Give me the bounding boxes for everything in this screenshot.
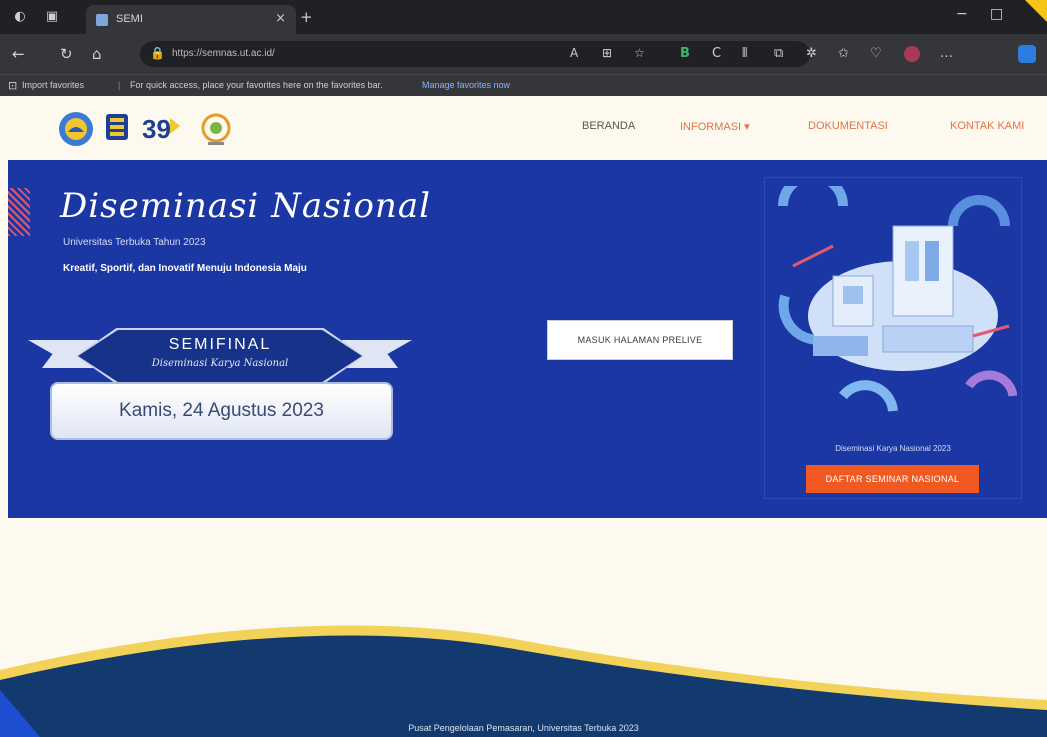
app-available-icon[interactable]: ⊞ xyxy=(602,46,612,60)
browser-tab[interactable]: SEMI × xyxy=(86,5,296,34)
stripe-decoration xyxy=(8,188,30,236)
home-icon[interactable]: ⌂ xyxy=(92,45,102,63)
tab-favicon-icon xyxy=(96,14,108,26)
copilot-icon[interactable] xyxy=(1018,45,1036,63)
manage-favorites-link[interactable]: Manage favorites now xyxy=(422,80,510,90)
event-date-box: Kamis, 24 Agustus 2023 xyxy=(50,382,393,440)
semifinal-ribbon: SEMIFINAL Diseminasi Karya Nasional xyxy=(28,328,412,388)
site-header: 39 BERANDA INFORMASI ▾ DOKUMENTASI KONTA… xyxy=(0,96,1047,160)
favorites-icon[interactable]: ✩ xyxy=(838,46,849,61)
url-text[interactable]: https://semnas.ut.ac.id/ xyxy=(172,48,275,59)
card-caption: Diseminasi Karya Nasional 2023 xyxy=(835,444,951,453)
register-button-label: DAFTAR SEMINAR NASIONAL xyxy=(825,474,960,484)
tab-title: SEMI xyxy=(116,13,143,25)
lab-illustration-icon xyxy=(773,186,1017,424)
nav-item-dokumentasi[interactable]: DOKUMENTASI xyxy=(808,120,888,132)
ut-logo-icon xyxy=(106,114,128,140)
register-button[interactable]: DAFTAR SEMINAR NASIONAL xyxy=(806,465,979,493)
tab-actions-icon[interactable]: ▣ xyxy=(44,9,60,25)
more-menu-icon[interactable]: … xyxy=(940,46,953,61)
split-screen-icon[interactable]: ⫴ xyxy=(742,46,747,61)
profile-icon[interactable]: ◐ xyxy=(12,9,28,25)
partner-logos[interactable]: 39 xyxy=(56,108,256,150)
anniversary-39-logo-icon: 39 xyxy=(142,114,180,144)
footer-wave xyxy=(0,625,1047,737)
collections-icon[interactable]: ✲ xyxy=(806,46,817,61)
prelive-button-label: MASUK HALAMAN PRELIVE xyxy=(577,335,703,345)
browser-titlebar: ◐ ▣ SEMI × + − □ xyxy=(0,0,1047,34)
ribbon-script: Diseminasi Karya Nasional xyxy=(151,358,289,369)
footer-copyright: Pusat Pengelolaan Pemasaran, Universitas… xyxy=(408,723,639,733)
hero-tagline: Kreatif, Sportif, dan Inovatif Menuju In… xyxy=(63,263,307,274)
favbar-hint: For quick access, place your favorites h… xyxy=(130,80,383,90)
favorites-bar: ⊡ Import favorites | For quick access, p… xyxy=(0,74,1047,96)
account-avatar[interactable] xyxy=(904,46,920,62)
extension-b-icon[interactable]: B xyxy=(680,46,690,61)
refresh-icon[interactable]: ↻ xyxy=(60,45,73,63)
hero-banner: Diseminasi Nasional Universitas Terbuka … xyxy=(8,160,1047,518)
lock-icon[interactable]: 🔒 xyxy=(150,46,165,60)
address-bar[interactable]: 🔒 https://semnas.ut.ac.id/ A ⊞ ☆ xyxy=(140,41,810,67)
tutwuri-logo-icon xyxy=(59,112,93,146)
prelive-button[interactable]: MASUK HALAMAN PRELIVE xyxy=(547,320,733,360)
registration-card: Diseminasi Karya Nasional 2023 DAFTAR SE… xyxy=(764,177,1022,499)
new-tab-button[interactable]: + xyxy=(300,8,313,26)
nav-item-informasi[interactable]: INFORMASI ▾ xyxy=(680,120,750,133)
event-date: Kamis, 24 Agustus 2023 xyxy=(119,400,324,421)
svg-text:39: 39 xyxy=(142,114,171,144)
semnas-logo-icon xyxy=(201,113,231,145)
hero-title: Diseminasi Nasional xyxy=(60,186,431,226)
read-aloud-icon[interactable]: A xyxy=(570,46,578,60)
favbar-divider: | xyxy=(118,80,121,90)
browser-window: ◐ ▣ SEMI × + − □ ← ↻ ⌂ 🔒 https://semnas.… xyxy=(0,0,1047,737)
browser-essentials-icon[interactable]: ♡ xyxy=(870,46,882,61)
tab-close-icon[interactable]: × xyxy=(275,11,286,26)
corner-decoration xyxy=(1025,0,1047,22)
ribbon-title: SEMIFINAL xyxy=(168,336,272,353)
browser-toolbar: ← ↻ ⌂ 🔒 https://semnas.ut.ac.id/ A ⊞ ☆ B… xyxy=(0,34,1047,74)
extension-c-icon[interactable]: C xyxy=(712,46,721,61)
back-icon[interactable]: ← xyxy=(12,45,25,63)
window-minimize-button[interactable]: − xyxy=(956,6,968,22)
import-favorites-icon[interactable]: ⊡ xyxy=(8,79,17,92)
nav-item-beranda[interactable]: BERANDA xyxy=(582,120,635,132)
extensions-icon[interactable]: ⧉ xyxy=(774,46,783,61)
import-favorites-link[interactable]: Import favorites xyxy=(22,80,84,90)
favorite-star-icon[interactable]: ☆ xyxy=(634,46,645,60)
hero-subtitle: Universitas Terbuka Tahun 2023 xyxy=(63,237,206,248)
nav-item-kontak[interactable]: KONTAK KAMI xyxy=(950,120,1024,132)
window-maximize-button[interactable]: □ xyxy=(990,6,1003,22)
